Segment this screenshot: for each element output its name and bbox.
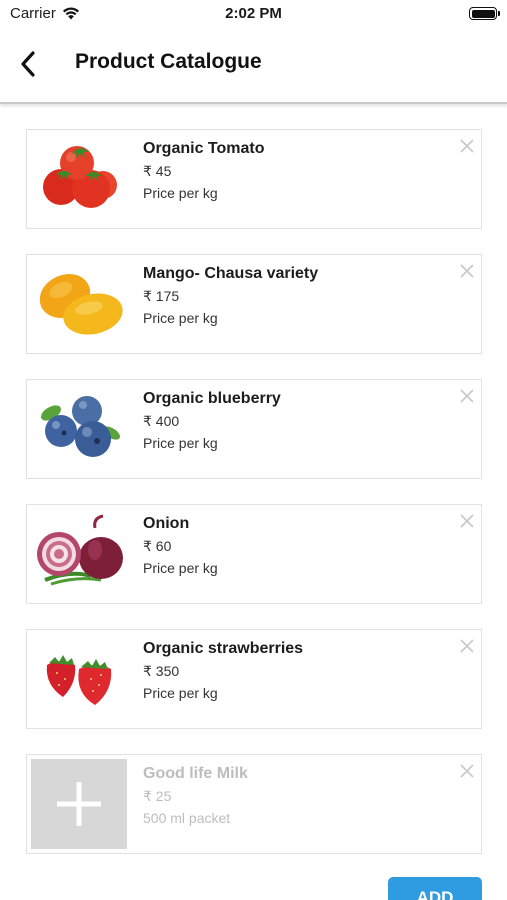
product-card[interactable]: Mango- Chausa variety ₹ 175 Price per kg — [26, 254, 482, 354]
product-card[interactable]: Organic blueberry ₹ 400 Price per kg — [26, 379, 482, 479]
product-info: Good life Milk ₹ 25 500 ml packet — [143, 764, 248, 827]
placeholder-box — [31, 759, 127, 849]
product-name: Organic strawberries — [143, 640, 304, 657]
product-price: ₹ 400 — [143, 413, 180, 429]
product-price: ₹ 45 — [143, 163, 172, 179]
status-bar: Carrier 2:02 PM — [0, 0, 507, 28]
close-icon[interactable] — [459, 513, 475, 529]
product-info: Onion ₹ 60 Price per kg — [143, 514, 218, 577]
product-name: Organic blueberry — [143, 390, 281, 407]
status-time: 2:02 PM — [225, 5, 282, 22]
add-button[interactable]: ADD — [388, 877, 482, 900]
close-icon[interactable] — [459, 388, 475, 404]
navigation-bar: Product Catalogue — [0, 28, 507, 104]
back-button[interactable] — [12, 46, 44, 82]
product-unit: Price per kg — [143, 310, 218, 326]
blueberry-image — [31, 384, 127, 474]
product-price: ₹ 60 — [143, 538, 172, 554]
product-unit: Price per kg — [143, 185, 218, 201]
strawberry-image — [31, 634, 127, 724]
product-card[interactable]: Organic Tomato ₹ 45 Price per kg — [26, 129, 482, 229]
product-unit: Price per kg — [143, 560, 218, 576]
product-name: Good life Milk — [143, 765, 248, 782]
close-icon[interactable] — [459, 138, 475, 154]
product-price: ₹ 25 — [143, 788, 172, 804]
close-icon[interactable] — [459, 638, 475, 654]
product-card-disabled[interactable]: Good life Milk ₹ 25 500 ml packet — [26, 754, 482, 854]
product-info: Organic Tomato ₹ 45 Price per kg — [143, 139, 265, 202]
product-unit: 500 ml packet — [143, 810, 231, 826]
close-icon[interactable] — [459, 763, 475, 779]
product-list: Organic Tomato ₹ 45 Price per kg Mango- … — [26, 129, 482, 879]
mango-image — [31, 259, 127, 349]
product-name: Onion — [143, 515, 190, 532]
product-card[interactable]: Onion ₹ 60 Price per kg — [26, 504, 482, 604]
product-name: Organic Tomato — [143, 140, 265, 157]
chevron-left-icon — [21, 51, 35, 77]
battery-icon — [469, 7, 500, 20]
product-price: ₹ 350 — [143, 663, 180, 679]
image-placeholder[interactable] — [31, 759, 127, 849]
close-icon[interactable] — [459, 263, 475, 279]
onion-image — [31, 509, 127, 599]
product-info: Mango- Chausa variety ₹ 175 Price per kg — [143, 264, 318, 327]
tomato-image — [31, 134, 127, 224]
plus-icon — [57, 782, 101, 826]
product-name: Mango- Chausa variety — [143, 265, 319, 282]
product-price: ₹ 175 — [143, 288, 180, 304]
product-info: Organic blueberry ₹ 400 Price per kg — [143, 389, 281, 452]
product-info: Organic strawberries ₹ 350 Price per kg — [143, 639, 303, 702]
page-title: Product Catalogue — [75, 50, 262, 73]
product-card[interactable]: Organic strawberries ₹ 350 Price per kg — [26, 629, 482, 729]
product-unit: Price per kg — [143, 685, 218, 701]
product-unit: Price per kg — [143, 435, 218, 451]
